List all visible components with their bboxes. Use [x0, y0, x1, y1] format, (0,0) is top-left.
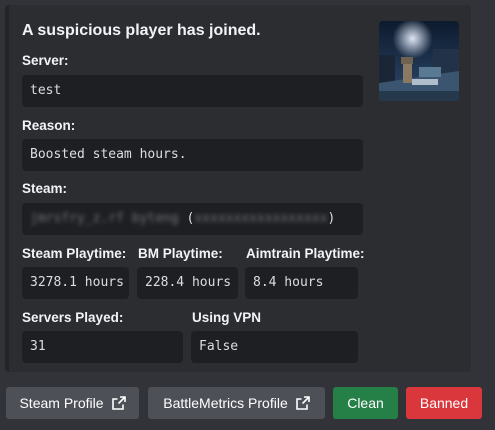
field-value-servers-played: 31 — [22, 331, 183, 363]
banned-label: Banned — [419, 395, 469, 411]
steam-close-paren: ) — [327, 211, 336, 226]
field-name-server: Server: — [22, 53, 69, 68]
steam-profile-button[interactable]: Steam Profile — [6, 387, 139, 419]
embed-title: A suspicious player has joined. — [22, 22, 261, 39]
field-name-servers-played: Servers Played: — [22, 310, 124, 325]
battlemetrics-profile-button[interactable]: BattleMetrics Profile — [148, 387, 325, 419]
field-name-steam: Steam: — [22, 181, 68, 196]
avatar-thumbnail[interactable] — [379, 21, 459, 101]
field-value-reason: Boosted steam hours. — [22, 139, 363, 171]
field-name-using-vpn: Using VPN — [192, 310, 262, 325]
field-value-aimtrain-playtime: 8.4 hours — [245, 267, 358, 299]
external-link-icon — [295, 396, 310, 410]
steam-id-redacted: xxxxxxxxxxxxxxxxx — [194, 211, 328, 226]
clean-label: Clean — [347, 395, 384, 411]
external-link-icon — [111, 396, 126, 410]
field-value-steam-playtime: 3278.1 hours — [22, 267, 129, 299]
field-name-steam-playtime: Steam Playtime: — [22, 246, 127, 261]
embed-card: A suspicious player has joined. Server: … — [5, 5, 471, 372]
field-value-using-vpn: False — [191, 331, 358, 363]
field-value-server: test — [22, 75, 363, 107]
field-name-bm-playtime: BM Playtime: — [138, 246, 223, 261]
steam-profile-label: Steam Profile — [19, 395, 104, 411]
field-name-reason: Reason: — [22, 118, 76, 133]
field-value-bm-playtime: 228.4 hours — [137, 267, 238, 299]
steam-name-redacted: jmrsfry_z.rf byteng — [30, 211, 179, 226]
field-value-steam: jmrsfry_z.rf byteng (xxxxxxxxxxxxxxxxx) — [22, 203, 363, 235]
steam-open-paren: ( — [186, 211, 195, 226]
clean-button[interactable]: Clean — [333, 387, 398, 419]
battlemetrics-profile-label: BattleMetrics Profile — [163, 395, 288, 411]
banned-button[interactable]: Banned — [406, 387, 482, 419]
field-name-aimtrain-playtime: Aimtrain Playtime: — [246, 246, 365, 261]
